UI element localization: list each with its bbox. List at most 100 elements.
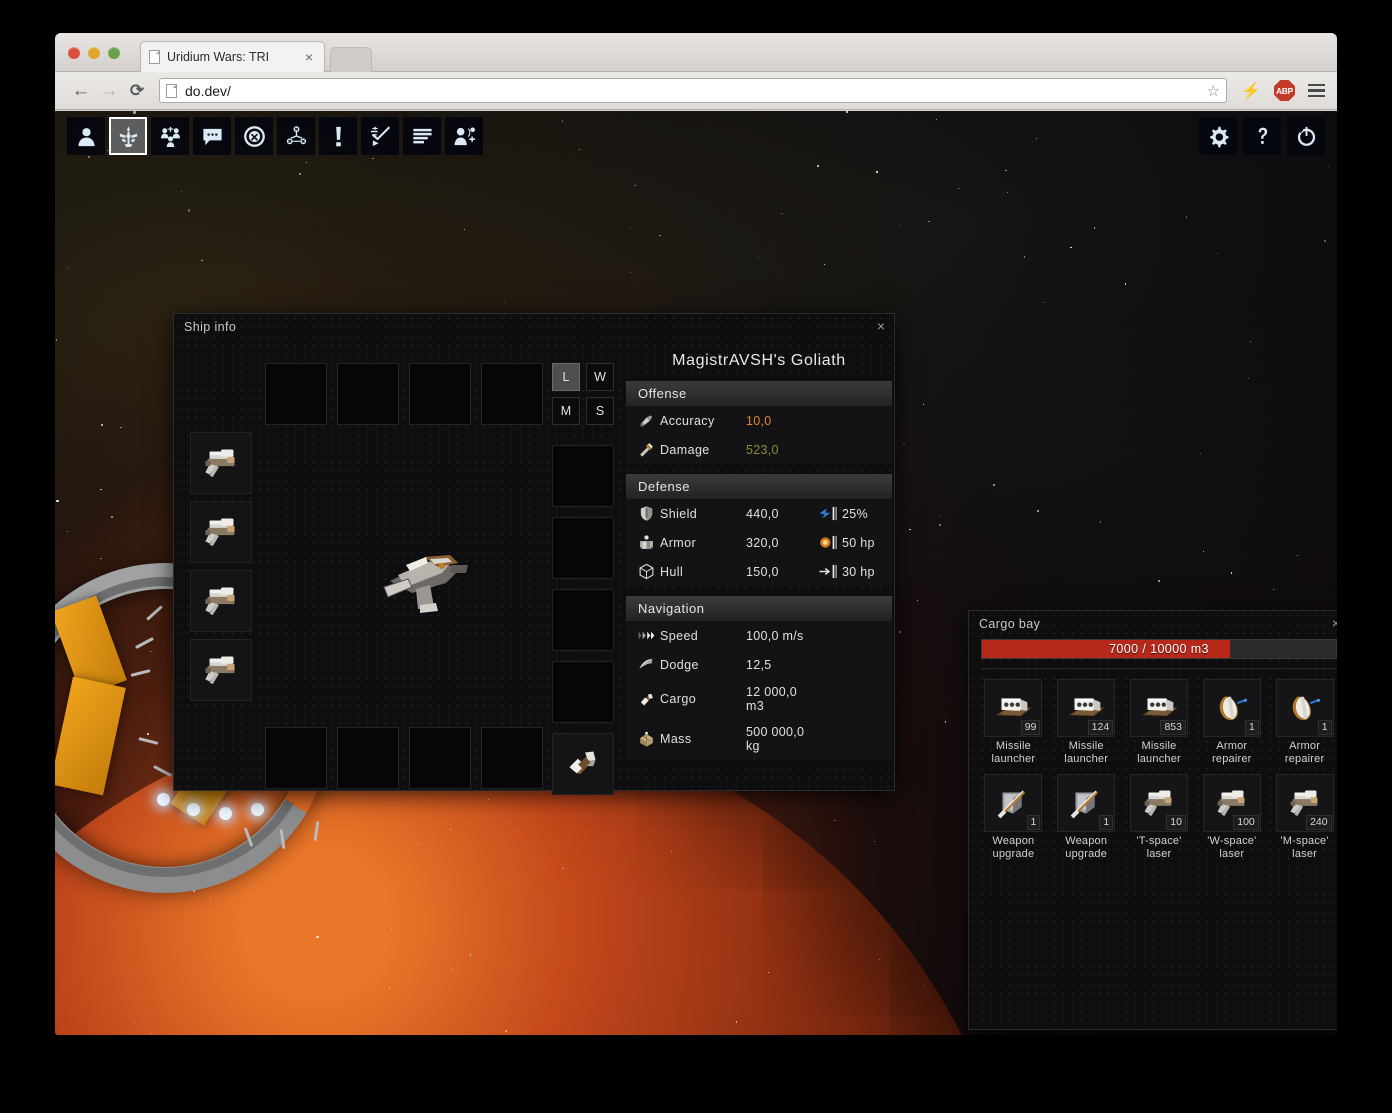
ship-info-close-button[interactable]: × [877,319,885,333]
cargo-item-icon-box[interactable]: 1 [1202,679,1261,737]
cargo-item-icon-box[interactable]: 124 [1057,679,1116,737]
stat-value: 440,0 [746,506,779,521]
ship-name: MagistrAVSH's Goliath [672,352,846,369]
right-slot-5[interactable] [552,733,614,795]
toolbar-button-help[interactable] [1243,117,1281,155]
cargo-capacity-text: 7000 / 10000 m3 [1109,642,1209,656]
address-bar[interactable]: do.dev/ ☆ [159,78,1228,103]
laser-icon [196,645,246,695]
tab-close-button[interactable]: × [302,50,316,64]
close-window-button[interactable] [68,47,80,59]
cargo-item-quantity: 99 [1020,720,1041,735]
forward-button[interactable]: → [95,80,123,102]
cargo-item-icon-box[interactable]: 1 [1275,679,1334,737]
cargo-item[interactable]: 100 'W-space' laser [1199,774,1264,861]
toolbar-button-ship[interactable] [109,117,147,155]
new-tab-button[interactable] [330,47,372,72]
cargo-item-icon-box[interactable]: 10 [1129,774,1188,832]
toolbar-button-upgrade[interactable] [361,117,399,155]
reload-button[interactable]: ⟳ [123,81,151,101]
top-slot-4[interactable] [481,363,543,425]
stat-value: 100,0 m/s [746,628,804,643]
cargo-item[interactable]: 10 'T-space' laser [1127,774,1192,861]
cargo-item[interactable]: 1 Armor repairer [1199,679,1264,766]
chat-icon [201,125,224,148]
cargo-item-label: 'W-space' laser [1207,835,1257,860]
back-button[interactable]: ← [67,80,95,102]
toolbar-button-gear[interactable] [1199,117,1237,155]
stat-label: Dodge [660,657,699,672]
toolbar-button-hail[interactable] [445,117,483,155]
cargo-item-quantity: 1 [1026,815,1041,830]
toolbar-button-network[interactable] [277,117,315,155]
url-text: do.dev/ [185,82,231,99]
cargo-item-label: Missile launcher [1137,740,1181,765]
top-slot-1[interactable] [265,363,327,425]
top-slot-3[interactable] [409,363,471,425]
toolbar-button-crew[interactable] [151,117,189,155]
weapon-slot-3[interactable] [190,570,252,632]
hamburger-menu-icon[interactable] [1308,83,1325,98]
toolbar-button-target[interactable] [235,117,273,155]
cargo-item-quantity: 853 [1160,720,1186,735]
lightning-bolt-icon[interactable]: ⚡ [1241,81,1261,101]
slot-filter-s[interactable]: S [586,397,614,425]
toolbar-button-chat[interactable] [193,117,231,155]
slot-filter-m[interactable]: M [552,397,580,425]
slot-filter-l[interactable]: L [552,363,580,391]
cargo-item[interactable]: 1 Weapon upgrade [981,774,1046,861]
cargo-item[interactable]: 99 Missile launcher [981,679,1046,766]
stat-label: Damage [660,442,710,457]
cargo-item-label: 'M-space' laser [1280,835,1329,860]
cargo-item-quantity: 240 [1306,815,1332,830]
cargo-item-quantity: 100 [1233,815,1259,830]
cargo-bay-close-button[interactable]: × [1332,616,1337,630]
weapon-slot-4[interactable] [190,639,252,701]
bottom-equipment-slots [265,727,543,789]
weapon-slot-2[interactable] [190,501,252,563]
toolbar-button-log[interactable] [403,117,441,155]
toolbar-button-alert[interactable] [319,117,357,155]
right-slot-2[interactable] [552,517,614,579]
stat-section-title: Defense [626,474,892,499]
top-slot-2[interactable] [337,363,399,425]
bottom-slot-3[interactable] [409,727,471,789]
right-slot-3[interactable] [552,589,614,651]
stat-value: 320,0 [746,535,779,550]
cargo-item-icon-box[interactable]: 1 [984,774,1043,832]
cargo-item-icon-box[interactable]: 1 [1057,774,1116,832]
toolbar-button-power[interactable] [1287,117,1325,155]
cargo-item-label: Armor repairer [1212,740,1252,765]
profile-icon [75,125,98,148]
browser-tab[interactable]: Uridium Wars: TRI × [140,41,325,72]
right-slot-1[interactable] [552,445,614,507]
adblock-icon[interactable]: ABP [1274,80,1295,101]
cargo-item-icon-box[interactable]: 240 [1275,774,1334,832]
cargo-item[interactable]: 853 Missile launcher [1127,679,1192,766]
cargo-item-icon-box[interactable]: 99 [984,679,1043,737]
minimize-window-button[interactable] [88,47,100,59]
ship-info-body: LWMS MagistrAVSH's Goliath Offense Accur… [174,340,894,795]
cargo-item-quantity: 124 [1087,720,1114,735]
cargo-item-label: Missile launcher [1064,740,1109,765]
cargo-capacity-bar: 7000 / 10000 m3 [981,639,1337,659]
cargo-item[interactable]: 1 Weapon upgrade [1054,774,1119,861]
bottom-slot-4[interactable] [481,727,543,789]
weapon-slot-1[interactable] [190,432,252,494]
cargo-item-quantity: 1 [1099,815,1114,830]
right-slot-4[interactable] [552,661,614,723]
cargo-icon [638,691,660,708]
cargo-item-icon-box[interactable]: 100 [1202,774,1261,832]
cargo-item[interactable]: 124 Missile launcher [1054,679,1119,766]
maximize-window-button[interactable] [108,47,120,59]
cargo-item[interactable]: 240 'M-space' laser [1272,774,1337,861]
cargo-item[interactable]: 1 Armor repairer [1272,679,1337,766]
stat-label: Cargo [660,692,697,706]
laser-icon [196,576,246,626]
cargo-item-icon-box[interactable]: 853 [1129,679,1188,737]
bookmark-star-icon[interactable]: ☆ [1207,82,1220,100]
bottom-slot-1[interactable] [265,727,327,789]
toolbar-button-profile[interactable] [67,117,105,155]
bottom-slot-2[interactable] [337,727,399,789]
slot-filter-w[interactable]: W [586,363,614,391]
